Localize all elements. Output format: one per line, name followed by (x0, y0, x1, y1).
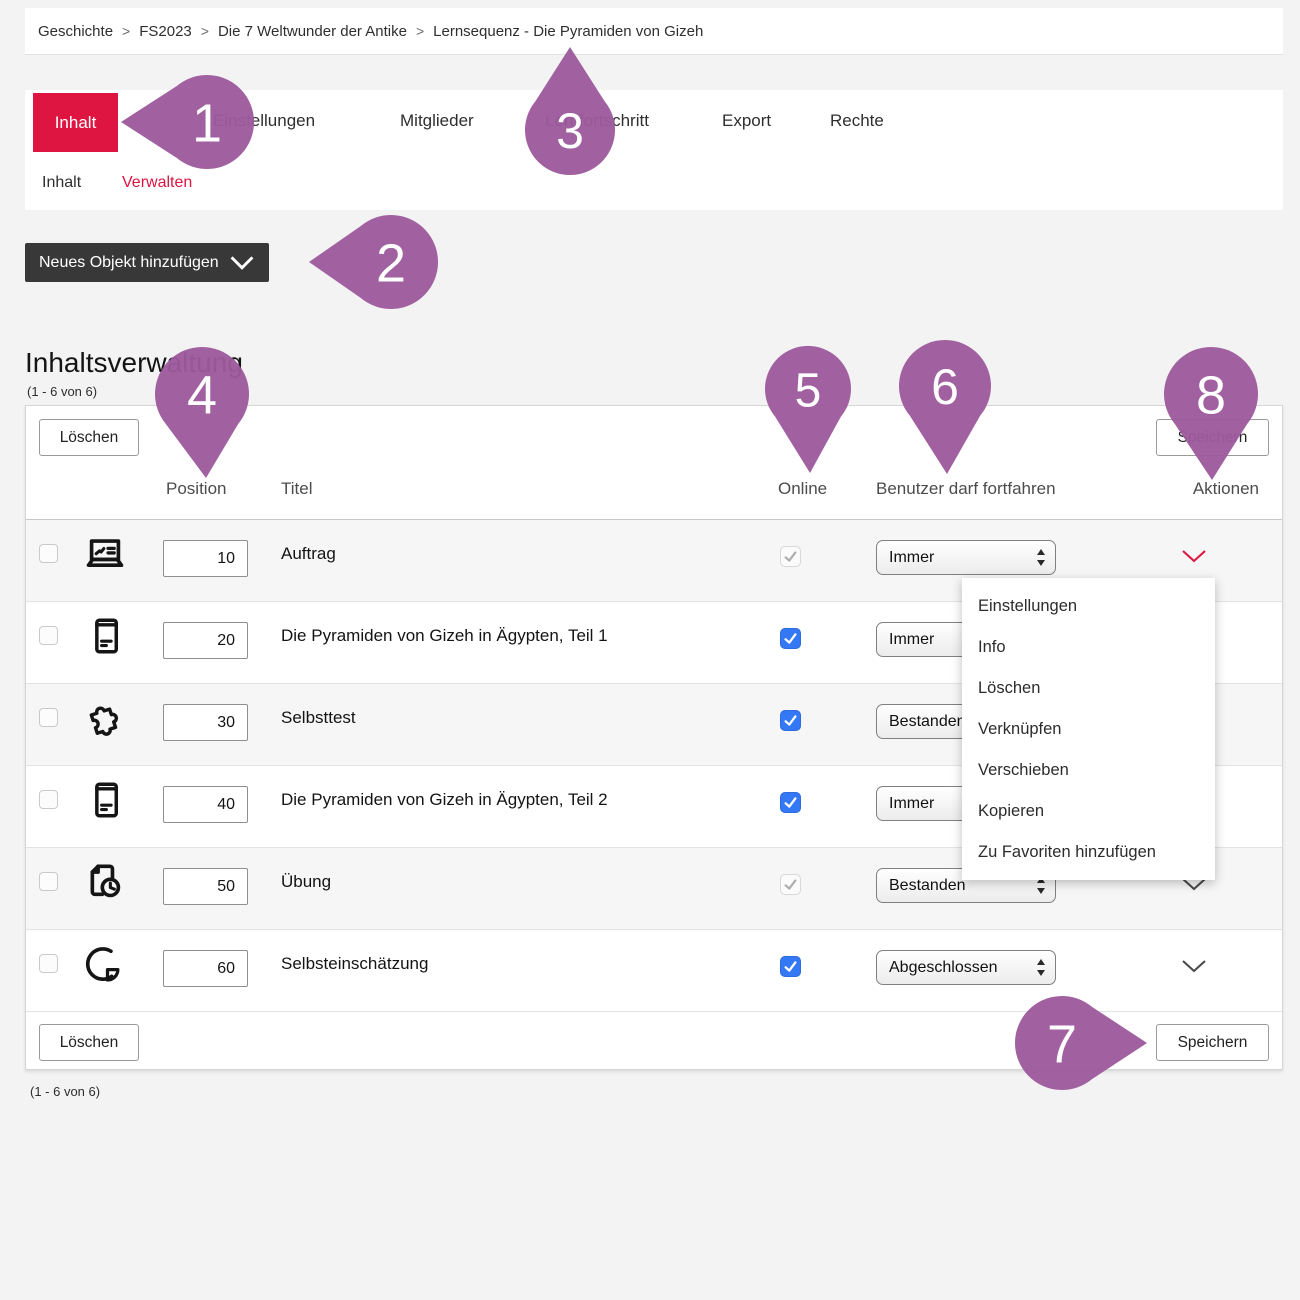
row-title-link[interactable]: Die Pyramiden von Gizeh in Ägypten, Teil… (281, 626, 608, 646)
row-select-checkbox[interactable] (39, 626, 58, 645)
actions-chevron-icon[interactable] (1181, 958, 1207, 974)
position-input[interactable] (163, 704, 248, 741)
tab-lernfortschritt[interactable]: Lernfortschritt (545, 90, 649, 152)
learning-module-icon (84, 778, 128, 822)
continue-select[interactable]: Abgeschlossen (876, 950, 1056, 985)
breadcrumb-separator: > (122, 23, 130, 39)
online-checkbox[interactable] (780, 956, 801, 977)
menu-item-kopieren[interactable]: Kopieren (962, 791, 1215, 832)
menu-item-verschieben[interactable]: Verschieben (962, 750, 1215, 791)
breadcrumb-item[interactable]: FS2023 (139, 23, 192, 40)
menu-item-zu-favoriten[interactable]: Zu Favoriten hinzufügen (962, 832, 1215, 873)
row-select-checkbox[interactable] (39, 544, 58, 563)
delete-button-bottom[interactable]: Löschen (39, 1024, 139, 1061)
tab-mitglieder[interactable]: Mitglieder (400, 90, 474, 152)
add-object-button[interactable]: Neues Objekt hinzufügen (25, 243, 269, 282)
puzzle-icon (82, 696, 128, 742)
callout-2-number: 2 (376, 233, 406, 293)
online-checkbox[interactable] (780, 710, 801, 731)
online-checkbox-disabled (780, 546, 801, 567)
row-title-link[interactable]: Selbsteinschätzung (281, 954, 428, 974)
subtab-inhalt[interactable]: Inhalt (42, 155, 81, 210)
menu-item-loeschen[interactable]: Löschen (962, 668, 1215, 709)
chevron-down-icon (229, 255, 255, 271)
subtab-verwalten[interactable]: Verwalten (122, 155, 192, 210)
column-header-online: Online (778, 479, 827, 499)
select-arrows-icon (1036, 958, 1046, 977)
online-checkbox[interactable] (780, 792, 801, 813)
position-input[interactable] (163, 786, 248, 823)
online-checkbox[interactable] (780, 628, 801, 649)
subtab-bar: Inhalt Verwalten (25, 155, 1283, 210)
row-title-link[interactable]: Selbsttest (281, 708, 356, 728)
column-header-benutzer-darf-fortfahren: Benutzer darf fortfahren (876, 479, 1056, 499)
tab-inhalt[interactable]: Inhalt (33, 93, 118, 152)
row-title-link[interactable]: Übung (281, 872, 331, 892)
position-input[interactable] (163, 540, 248, 577)
continue-select[interactable]: Immer (876, 540, 1056, 575)
tab-einstellungen[interactable]: Einstellungen (213, 90, 315, 152)
save-button-bottom[interactable]: Speichern (1156, 1024, 1269, 1061)
breadcrumb-item-current[interactable]: Lernsequenz - Die Pyramiden von Gizeh (433, 23, 703, 40)
laptop-chart-icon (82, 533, 128, 579)
delete-button-top[interactable]: Löschen (39, 419, 139, 456)
breadcrumb-separator: > (201, 23, 209, 39)
column-header-position: Position (166, 479, 226, 499)
position-input[interactable] (163, 868, 248, 905)
result-range-bottom: (1 - 6 von 6) (30, 1084, 100, 1099)
exercise-clock-icon (82, 860, 128, 906)
row-select-checkbox[interactable] (39, 872, 58, 891)
select-arrows-icon (1036, 548, 1046, 567)
table-footer (26, 1011, 1282, 1070)
actions-chevron-open-icon[interactable] (1181, 548, 1207, 564)
page-title: Inhaltsverwaltung (25, 346, 243, 380)
breadcrumb-item[interactable]: Geschichte (38, 23, 113, 40)
row-select-checkbox[interactable] (39, 954, 58, 973)
save-button-top[interactable]: Speichern (1156, 419, 1269, 456)
learning-module-icon (84, 614, 128, 658)
menu-item-verknuepfen[interactable]: Verknüpfen (962, 709, 1215, 750)
breadcrumb-item[interactable]: Die 7 Weltwunder der Antike (218, 23, 407, 40)
tab-export[interactable]: Export (722, 90, 771, 152)
breadcrumb: Geschichte > FS2023 > Die 7 Weltwunder d… (25, 8, 1283, 55)
row-select-checkbox[interactable] (39, 790, 58, 809)
result-range-top: (1 - 6 von 6) (27, 384, 97, 399)
position-input[interactable] (163, 950, 248, 987)
column-header-titel: Titel (281, 479, 313, 499)
tab-rechte[interactable]: Rechte (830, 90, 884, 152)
column-header-aktionen: Aktionen (1193, 479, 1259, 499)
menu-item-info[interactable]: Info (962, 627, 1215, 668)
breadcrumb-separator: > (416, 23, 424, 39)
online-checkbox-disabled (780, 874, 801, 895)
row-select-checkbox[interactable] (39, 708, 58, 727)
table-row: Selbsteinschätzung Abgeschlossen (26, 929, 1282, 1012)
callout-2-marker (309, 215, 438, 309)
row-title-link[interactable]: Die Pyramiden von Gizeh in Ägypten, Teil… (281, 790, 608, 810)
menu-item-einstellungen[interactable]: Einstellungen (962, 586, 1215, 627)
position-input[interactable] (163, 622, 248, 659)
tab-bar: Inhalt Einstellungen Mitglieder Lernfort… (25, 90, 1283, 156)
actions-dropdown-menu: Einstellungen Info Löschen Verknüpfen Ve… (962, 578, 1215, 880)
row-title-link[interactable]: Auftrag (281, 544, 336, 564)
survey-icon (82, 943, 128, 989)
